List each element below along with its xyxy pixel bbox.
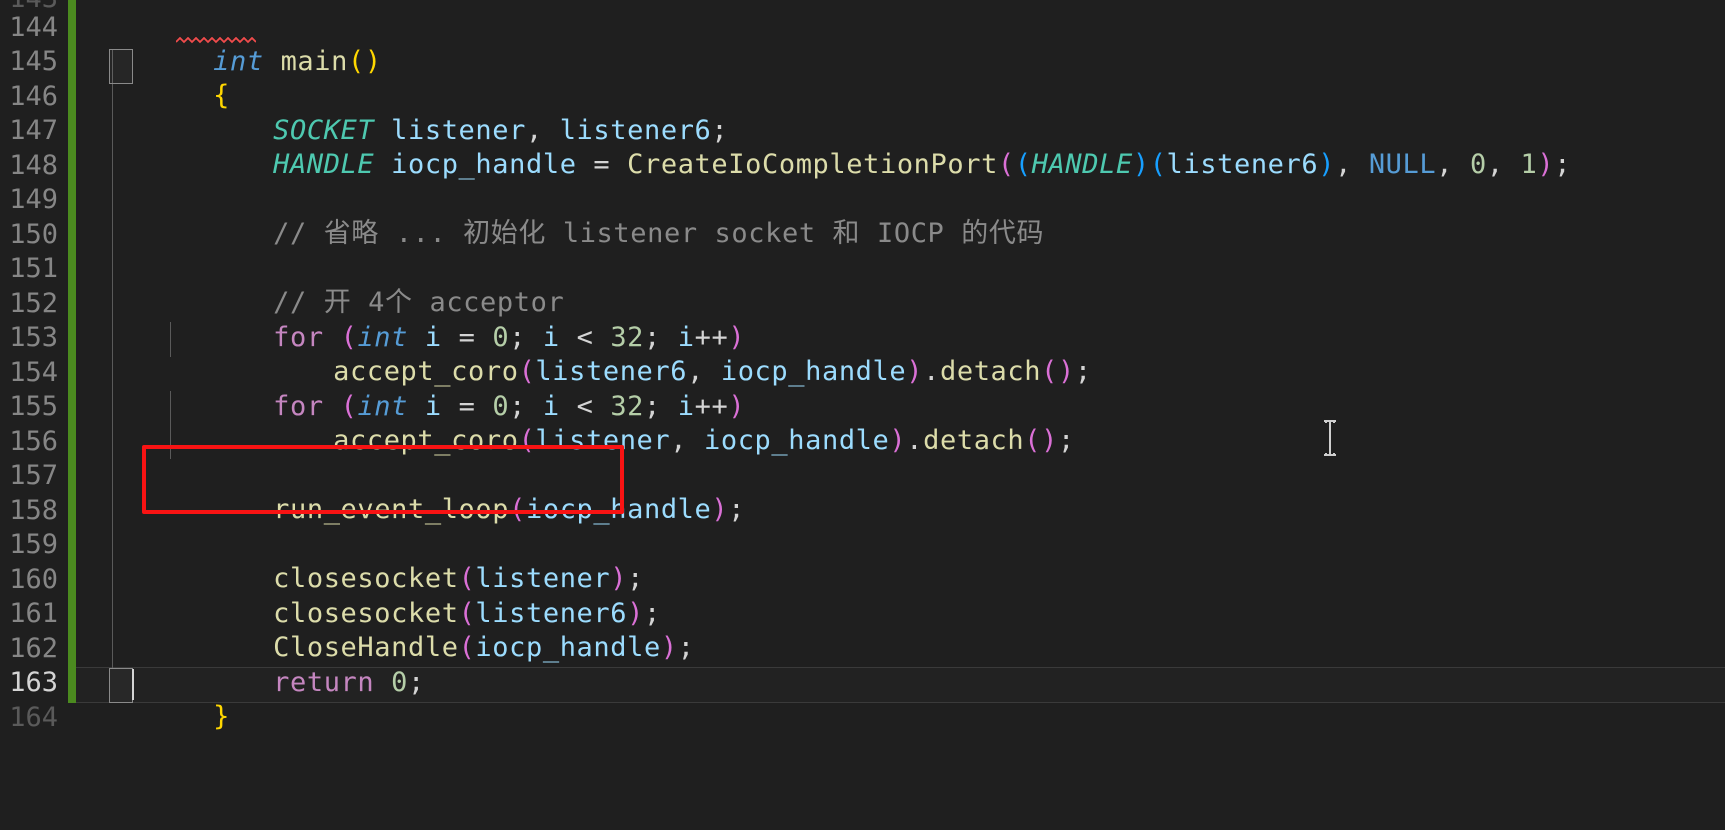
code-line-164[interactable]	[76, 701, 1725, 735]
line-number-145: 145	[9, 46, 58, 77]
line-number-155: 155	[9, 391, 58, 422]
code-line-157[interactable]: run_event_loop(iocp_handle);	[76, 459, 1725, 525]
line-number-147: 147	[9, 115, 58, 146]
line-number-158: 158	[9, 495, 58, 526]
line-number-146: 146	[9, 81, 58, 112]
line-number-164: 164	[9, 702, 58, 733]
line-number-157: 157	[9, 460, 58, 491]
code-line-160[interactable]: closesocket(listener6);	[76, 563, 1725, 629]
line-number-150: 150	[9, 219, 58, 250]
code-line-154[interactable]: for (int i = 0; i < 32; i++)	[76, 356, 1725, 422]
code-line-150[interactable]	[76, 218, 1725, 252]
code-content-area[interactable]: int main() { SOCKET listener, listener6;…	[76, 0, 1725, 830]
code-line-161[interactable]: CloseHandle(iocp_handle);	[76, 597, 1725, 663]
code-line-151[interactable]: // 开 4个 acceptor	[76, 252, 1725, 318]
line-number-148: 148	[9, 150, 58, 181]
code-line-153[interactable]: accept_coro(listener6, iocp_handle).deta…	[76, 321, 1725, 387]
line-number-161: 161	[9, 598, 58, 629]
line-number-151: 151	[9, 253, 58, 284]
code-editor[interactable]: 143 144 145 146 147 148 149 150 151 152 …	[0, 0, 1725, 830]
line-number-152: 152	[9, 288, 58, 319]
line-number-153: 153	[9, 322, 58, 353]
code-line-148[interactable]	[76, 149, 1725, 183]
code-line-147[interactable]: HANDLE iocp_handle = CreateIoCompletionP…	[76, 114, 1725, 180]
git-modified-indicator-bar[interactable]	[68, 0, 76, 703]
line-number-144: 144	[9, 12, 58, 43]
code-line-146[interactable]: SOCKET listener, listener6;	[76, 80, 1725, 146]
code-line-159[interactable]: closesocket(listener);	[76, 528, 1725, 594]
code-line-162[interactable]: return 0;	[76, 632, 1725, 698]
code-line-155[interactable]: accept_coro(listener, iocp_handle).detac…	[76, 390, 1725, 456]
text-caret	[132, 669, 134, 700]
code-line-163[interactable]: }	[76, 666, 1725, 732]
code-line-149[interactable]: // 省略 ... 初始化 listener socket 和 IOCP 的代码	[76, 183, 1725, 249]
line-number-160: 160	[9, 564, 58, 595]
code-line-145[interactable]: {	[76, 45, 1725, 111]
line-number-159: 159	[9, 529, 58, 560]
line-number-149: 149	[9, 184, 58, 215]
line-number-154: 154	[9, 357, 58, 388]
code-line-144[interactable]: int main()	[76, 11, 1725, 77]
line-number-163: 163	[9, 667, 58, 698]
line-number-gutter: 143 144 145 146 147 148 149 150 151 152 …	[0, 0, 68, 830]
code-line-158[interactable]	[76, 494, 1725, 528]
line-number-162: 162	[9, 633, 58, 664]
code-line-152[interactable]: for (int i = 0; i < 32; i++)	[76, 287, 1725, 353]
line-number-156: 156	[9, 426, 58, 457]
code-line-156[interactable]	[76, 425, 1725, 459]
error-squiggle-icon	[176, 37, 256, 44]
